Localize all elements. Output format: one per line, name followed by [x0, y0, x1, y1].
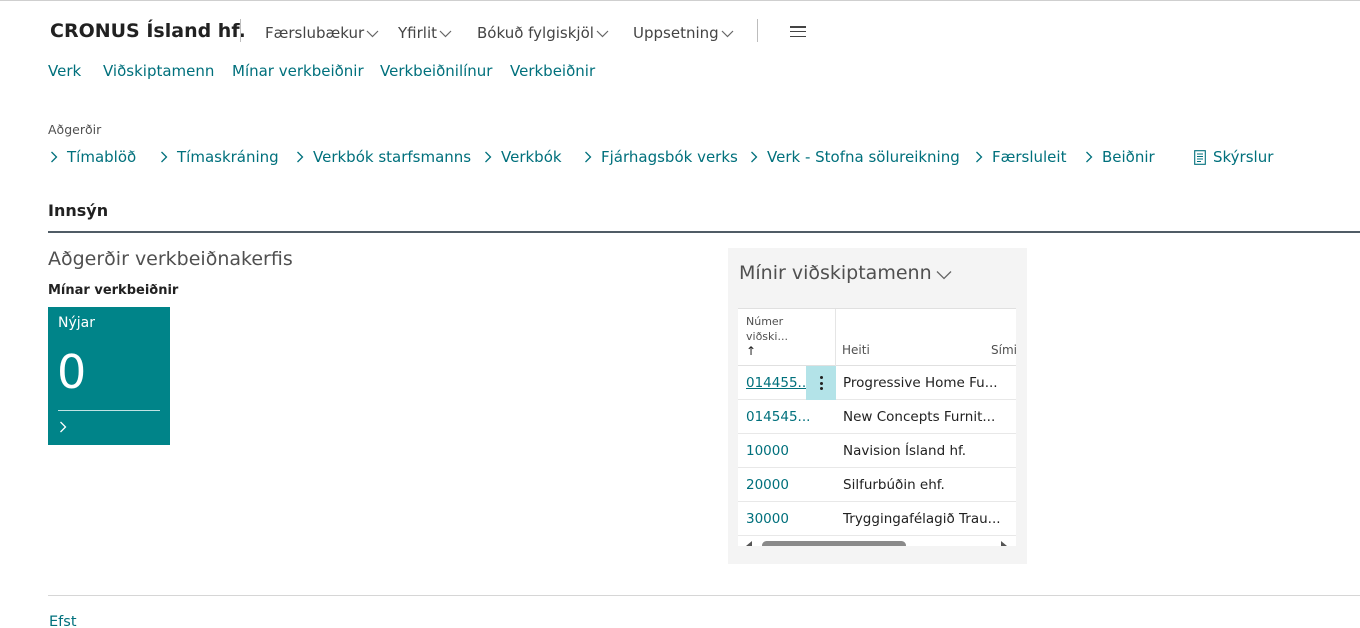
nav-link-verkbeidnir[interactable]: Verkbeiðnir — [510, 62, 595, 80]
chevron-right-icon — [751, 151, 758, 163]
customer-number-link[interactable]: 20000 — [746, 477, 789, 493]
insights-divider — [48, 231, 1360, 233]
action-faersluleit[interactable]: Færsluleit — [975, 148, 1085, 166]
column-header-name[interactable]: Heiti — [842, 343, 870, 357]
row-actions-button[interactable] — [806, 366, 836, 400]
customer-number-link[interactable]: 30000 — [746, 511, 789, 527]
cue-tile-new[interactable]: Nýjar 0 — [48, 307, 170, 445]
column-divider — [835, 309, 836, 367]
nav-link-verk[interactable]: Verk — [48, 62, 103, 80]
chevron-down-icon — [721, 30, 734, 38]
horizontal-scrollbar[interactable] — [738, 540, 1016, 546]
my-customers-title-text: Mínir viðskiptamenn — [739, 262, 932, 284]
action-verkbok[interactable]: Verkbók — [484, 148, 584, 166]
table-row[interactable]: 014545... New Concepts Furnit... — [738, 400, 1016, 434]
top-nav-faerslubaekur[interactable]: Færslubækur — [265, 24, 398, 42]
chevron-down-icon — [439, 30, 452, 38]
footer-divider — [48, 595, 1360, 596]
chevron-right-icon — [585, 151, 592, 163]
action-timaskraning[interactable]: Tímaskráning — [160, 148, 296, 166]
action-label: Tímablöð — [67, 148, 137, 166]
customers-grid: Númer viðski... ↑ Heiti Sími 014455... P… — [738, 308, 1016, 546]
scrollbar-thumb[interactable] — [762, 541, 906, 546]
tile-divider — [58, 410, 160, 411]
customer-number-link[interactable]: 014545... — [746, 409, 810, 425]
customer-name: Navision Ísland hf. — [843, 443, 967, 459]
table-row[interactable]: 014455... Progressive Home Fu... — [738, 366, 1016, 400]
chevron-down-icon — [936, 271, 952, 280]
action-label: Verkbók — [501, 148, 562, 166]
tile-value: 0 — [57, 345, 87, 399]
action-fjarhagsbok-verks[interactable]: Fjárhagsbók verks — [584, 148, 750, 166]
customer-name: Tryggingafélagið Trau... — [843, 511, 1001, 527]
company-name[interactable]: CRONUS Ísland hf. — [50, 20, 246, 42]
activities-title: Aðgerðir verkbeiðnakerfis — [48, 248, 293, 270]
chevron-right-icon — [976, 151, 983, 163]
more-options-icon — [819, 376, 823, 390]
column-header-number[interactable]: Númer viðski... ↑ — [746, 314, 788, 359]
chevron-right-icon — [485, 151, 492, 163]
report-icon — [1194, 149, 1206, 165]
nav-link-verkbeidnilinur[interactable]: Verkbeiðnilínur — [380, 62, 510, 80]
top-nav-bokud-fylgiskjol[interactable]: Bókuð fylgiskjöl — [477, 24, 633, 42]
back-to-top-link[interactable]: Efst — [49, 614, 77, 628]
tile-label: Nýjar — [58, 315, 95, 331]
scroll-right-icon[interactable] — [1001, 541, 1007, 546]
hamburger-menu-icon[interactable] — [790, 26, 806, 37]
action-beidnir[interactable]: Beiðnir — [1085, 148, 1194, 166]
action-label: Verk - Stofna sölureikning — [767, 148, 960, 166]
action-verk-stofna-solureikning[interactable]: Verk - Stofna sölureikning — [750, 148, 975, 166]
action-label: Beiðnir — [1102, 148, 1155, 166]
table-row[interactable]: 10000 Navision Ísland hf. — [738, 434, 1016, 468]
my-customers-part: Mínir viðskiptamenn Númer viðski... ↑ He… — [728, 248, 1027, 564]
customer-number-link[interactable]: 014455... — [746, 375, 810, 391]
customer-name: Progressive Home Fu... — [843, 375, 998, 391]
top-navigation: Færslubækur Yfirlit Bókuð fylgiskjöl Upp… — [265, 24, 743, 42]
chevron-down-icon — [596, 30, 609, 38]
top-nav-yfirlit[interactable]: Yfirlit — [398, 24, 477, 42]
chevron-right-icon — [297, 151, 304, 163]
action-verkbok-starfsmanns[interactable]: Verkbók starfsmanns — [296, 148, 484, 166]
my-customers-title[interactable]: Mínir viðskiptamenn — [739, 262, 952, 284]
nav-link-vidskiptamenn[interactable]: Viðskiptamenn — [103, 62, 232, 80]
actions-bar: Tímablöð Tímaskráning Verkbók starfsmann… — [50, 148, 1273, 166]
customer-number-link[interactable]: 10000 — [746, 443, 789, 459]
header-divider — [757, 19, 758, 42]
action-reports[interactable]: Skýrslur — [1194, 148, 1273, 166]
top-nav-label: Færslubækur — [265, 24, 365, 42]
table-row[interactable]: 30000 Tryggingafélagið Trau... — [738, 502, 1016, 536]
scroll-left-icon[interactable] — [746, 541, 752, 546]
top-nav-uppsetning[interactable]: Uppsetning — [633, 24, 743, 42]
chevron-down-icon — [366, 30, 379, 38]
chevron-right-icon — [60, 421, 67, 433]
action-timablod[interactable]: Tímablöð — [50, 148, 160, 166]
top-nav-label: Uppsetning — [633, 24, 719, 42]
customer-name: New Concepts Furnit... — [843, 409, 996, 425]
table-row[interactable]: 20000 Silfurbúðin ehf. — [738, 468, 1016, 502]
sort-ascending-icon: ↑ — [746, 344, 757, 358]
reports-label: Skýrslur — [1213, 148, 1274, 166]
action-label: Færsluleit — [992, 148, 1067, 166]
customer-name: Silfurbúðin ehf. — [843, 477, 945, 493]
nav-link-minar-verkbeidnir[interactable]: Mínar verkbeiðnir — [232, 62, 380, 80]
actions-group-label: Aðgerðir — [48, 122, 102, 137]
top-nav-label: Bókuð fylgiskjöl — [477, 24, 594, 42]
column-header-phone[interactable]: Sími — [991, 343, 1016, 357]
header-divider — [240, 19, 241, 42]
top-border — [0, 0, 1360, 1]
grid-header: Númer viðski... ↑ Heiti Sími — [738, 308, 1016, 367]
action-label: Tímaskráning — [177, 148, 279, 166]
insights-heading[interactable]: Innsýn — [48, 201, 108, 220]
chevron-right-icon — [1086, 151, 1093, 163]
action-label: Verkbók starfsmanns — [313, 148, 472, 166]
chevron-right-icon — [51, 151, 58, 163]
top-nav-label: Yfirlit — [398, 24, 437, 42]
tile-group-label: Mínar verkbeiðnir — [48, 283, 179, 298]
role-center-navigation: Verk Viðskiptamenn Mínar verkbeiðnir Ver… — [48, 62, 595, 80]
chevron-right-icon — [161, 151, 168, 163]
action-label: Fjárhagsbók verks — [601, 148, 738, 166]
